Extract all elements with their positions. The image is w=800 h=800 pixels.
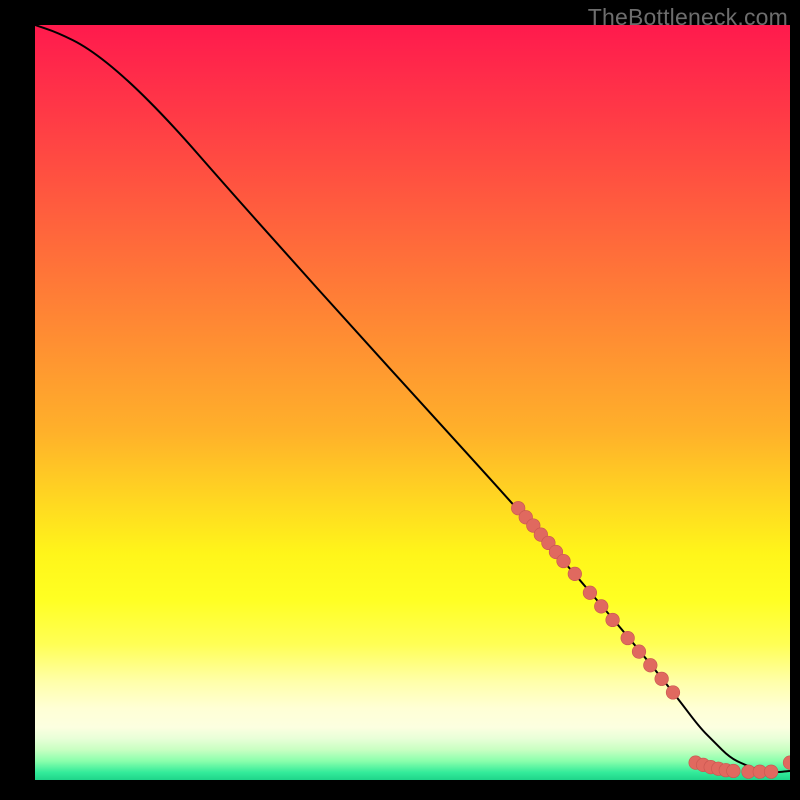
data-marker bbox=[655, 672, 669, 686]
data-marker bbox=[727, 764, 741, 778]
data-marker bbox=[644, 658, 658, 672]
data-marker bbox=[666, 686, 680, 700]
data-marker bbox=[606, 613, 620, 627]
data-marker bbox=[568, 567, 582, 581]
data-marker bbox=[621, 631, 635, 645]
data-marker bbox=[557, 554, 571, 568]
data-marker bbox=[583, 586, 597, 600]
data-marker bbox=[764, 765, 778, 779]
data-marker bbox=[632, 645, 646, 659]
data-marker bbox=[594, 600, 608, 614]
watermark-label: TheBottleneck.com bbox=[588, 4, 788, 31]
chart-frame: TheBottleneck.com bbox=[0, 0, 800, 800]
data-marker bbox=[783, 756, 790, 770]
curve-line bbox=[35, 25, 790, 772]
chart-svg bbox=[35, 25, 790, 780]
plot-area bbox=[35, 25, 790, 780]
